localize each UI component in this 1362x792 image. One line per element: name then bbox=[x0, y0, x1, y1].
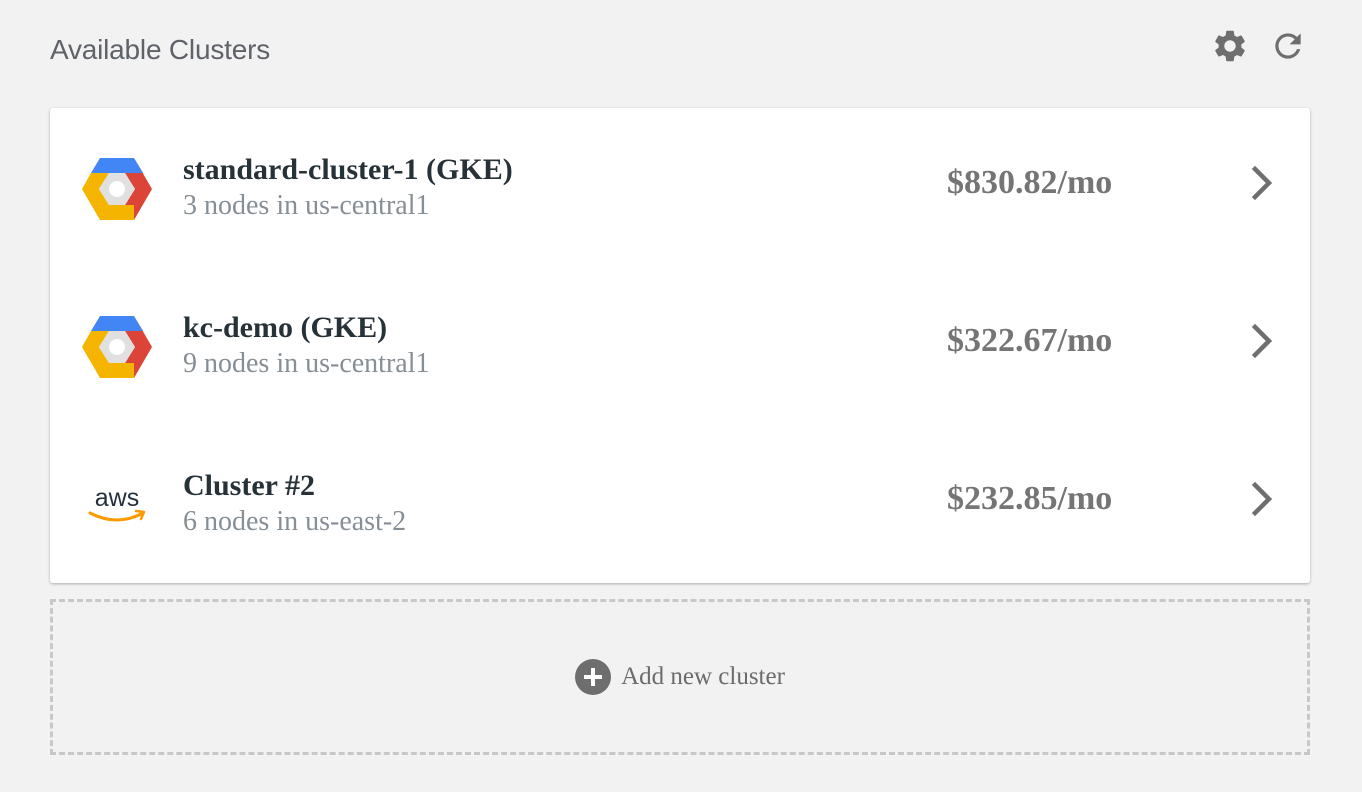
aws-logo: aws bbox=[80, 472, 154, 538]
cluster-row-kc-demo[interactable]: kc-demo (GKE) 9 nodes in us-central1 $32… bbox=[50, 266, 1310, 424]
cluster-name: Cluster #2 bbox=[183, 469, 315, 502]
chevron-right-icon[interactable] bbox=[1243, 163, 1283, 203]
cluster-row-standard-cluster-1[interactable]: standard-cluster-1 (GKE) 3 nodes in us-c… bbox=[50, 108, 1310, 266]
cluster-info: kc-demo (GKE) 9 nodes in us-central1 bbox=[183, 310, 430, 382]
cluster-node-summary: 9 nodes in us-central1 bbox=[183, 348, 430, 379]
refresh-button[interactable] bbox=[1266, 25, 1310, 67]
cluster-name: kc-demo (GKE) bbox=[183, 311, 388, 344]
cluster-list: standard-cluster-1 (GKE) 3 nodes in us-c… bbox=[50, 108, 1310, 583]
settings-button[interactable] bbox=[1208, 25, 1252, 67]
refresh-icon bbox=[1275, 33, 1301, 59]
cluster-monthly-cost: $322.67/mo bbox=[947, 322, 1113, 359]
cluster-info: standard-cluster-1 (GKE) 3 nodes in us-c… bbox=[183, 152, 513, 224]
add-cluster-label: Add new cluster bbox=[621, 663, 785, 690]
cluster-monthly-cost: $232.85/mo bbox=[947, 480, 1113, 517]
svg-text:aws: aws bbox=[95, 484, 139, 512]
cluster-node-summary: 3 nodes in us-central1 bbox=[183, 190, 430, 221]
cluster-info: Cluster #2 6 nodes in us-east-2 bbox=[183, 468, 406, 540]
gke-icon bbox=[80, 156, 154, 222]
chevron-right-icon[interactable] bbox=[1243, 321, 1283, 361]
cluster-name: standard-cluster-1 (GKE) bbox=[183, 153, 513, 186]
gear-icon bbox=[1215, 30, 1245, 62]
toolbar bbox=[1208, 25, 1310, 67]
plus-circle-icon bbox=[575, 659, 612, 695]
add-cluster-button[interactable]: Add new cluster bbox=[50, 599, 1310, 755]
cluster-node-summary: 6 nodes in us-east-2 bbox=[183, 506, 407, 537]
page-title: Available Clusters bbox=[50, 34, 270, 65]
cluster-monthly-cost: $830.82/mo bbox=[947, 164, 1113, 201]
add-cluster-content: Add new cluster bbox=[575, 659, 785, 695]
cluster-row-cluster-2[interactable]: aws Cluster #2 6 nodes in us-east-2 $232… bbox=[50, 424, 1310, 582]
chevron-right-icon[interactable] bbox=[1243, 479, 1283, 519]
gke-icon bbox=[80, 314, 154, 380]
